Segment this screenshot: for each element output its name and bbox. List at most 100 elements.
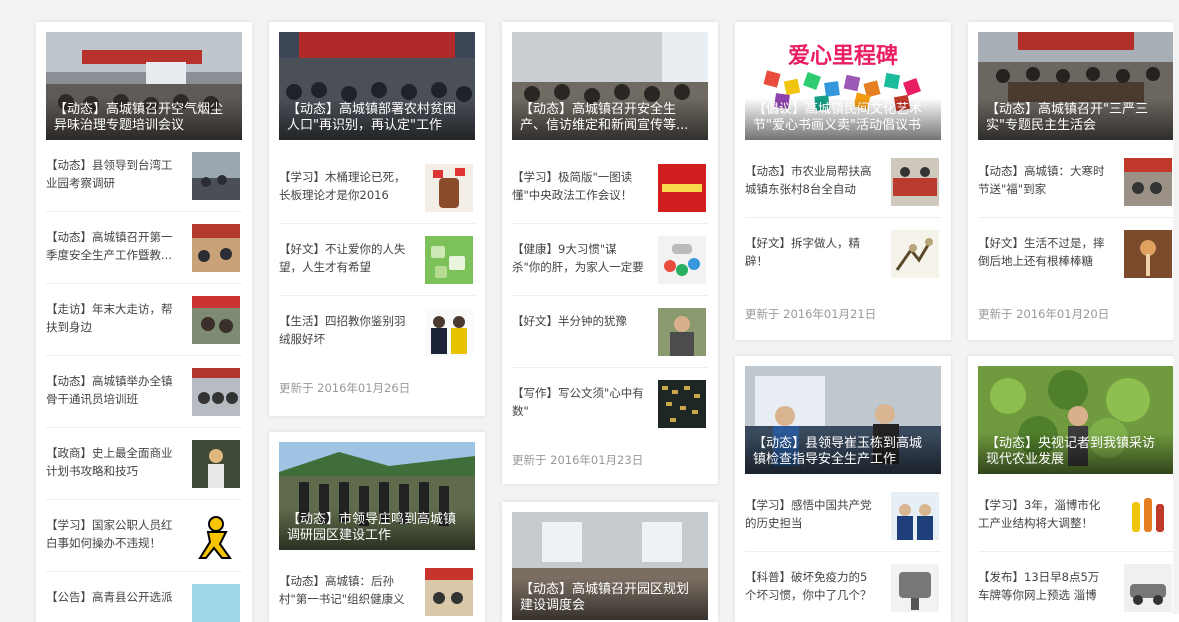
item-thumbnail xyxy=(425,568,473,616)
item-thumbnail xyxy=(192,584,240,622)
item-thumbnail xyxy=(1124,230,1172,278)
list-item[interactable]: 【动态】县领导到台湾工业园考察调研 xyxy=(46,140,242,212)
list-item[interactable]: 【生活】四招教你鉴别羽绒服好坏 xyxy=(279,296,475,368)
item-title: 【学习】国家公职人员红白事如何操办不违规！ xyxy=(46,518,173,550)
item-title: 【学习】3年，淄博市化工产业结构将大调整！ xyxy=(978,498,1101,530)
news-card: 【动态】高城镇召开安全生产、信访维定和新闻宣传等... 【学习】极简版"一图读懂… xyxy=(502,22,718,484)
list-item[interactable]: 【动态】高城镇：后孙村"第一书记"组织健康义诊 xyxy=(279,556,475,622)
item-thumbnail xyxy=(1124,564,1172,612)
item-thumbnail xyxy=(192,512,240,560)
item-thumbnail xyxy=(192,224,240,272)
item-thumbnail xyxy=(192,440,240,488)
item-title: 【学习】感悟中国共产党的历史担当 xyxy=(745,498,872,530)
feature-caption: 【动态】高城镇召开安全生产、信访维定和新闻宣传等... xyxy=(512,98,708,140)
item-title: 【动态】高城镇举办全镇骨干通讯员培训班 xyxy=(46,374,173,406)
news-card: 【动态】高城镇召开"三严三实"专题民主生活会 【动态】高城镇：大寒时节送"福"到… xyxy=(968,22,1179,340)
news-card: 【动态】市领导庄鸣到高城镇调研园区建设工作 【动态】高城镇：后孙村"第一书记"组… xyxy=(269,432,485,622)
item-title: 【好文】生活不过是，摔倒后地上还有根棒棒糖 xyxy=(978,236,1105,268)
item-thumbnail xyxy=(658,164,706,212)
list-item[interactable]: 【学习】国家公职人员红白事如何操办不违规！ xyxy=(46,500,242,572)
item-title: 【动态】高城镇：大寒时节送"福"到家 xyxy=(978,164,1105,196)
news-card: 【动态】高城镇召开空气烟尘异味治理专题培训会议 【动态】县领导到台湾工业园考察调… xyxy=(36,22,252,622)
list-item[interactable]: 【好文】拆字做人，精辟！ xyxy=(745,218,941,290)
item-thumbnail xyxy=(425,236,473,284)
news-card: 【动态】央视记者到我镇采访现代农业发展 【学习】3年，淄博市化工产业结构将大调整… xyxy=(968,356,1179,622)
list-item[interactable]: 【科普】破坏免疫力的5个坏习惯，你中了几个？ xyxy=(745,552,941,622)
update-time: 更新于 2016年01月23日 xyxy=(512,453,644,467)
item-title: 【学习】木桶理论已死，长板理论才是你2016年... xyxy=(279,170,406,202)
list-item[interactable]: 【政商】史上最全面商业计划书攻略和技巧 xyxy=(46,428,242,500)
item-thumbnail xyxy=(891,158,939,206)
item-title: 【健康】9大习惯"谋杀"你的肝，为家人一定要看... xyxy=(512,242,644,274)
list-item[interactable]: 【学习】3年，淄博市化工产业结构将大调整！ xyxy=(978,480,1174,552)
item-title: 【学习】极简版"一图读懂"中央政法工作会议！ xyxy=(512,170,633,202)
update-time: 更新于 2016年01月26日 xyxy=(279,381,411,395)
feature-image-link[interactable]: 【动态】央视记者到我镇采访现代农业发展 xyxy=(978,366,1174,474)
feature-image-link[interactable]: 【动态】高城镇召开园区规划建设调度会 xyxy=(512,512,708,620)
feature-image-link[interactable]: 【动态】高城镇召开空气烟尘异味治理专题培训会议 xyxy=(46,32,242,140)
feature-caption: 【动态】高城镇召开空气烟尘异味治理专题培训会议 xyxy=(46,98,242,140)
feature-image-link[interactable]: 爱心里程碑 【倡议】高城镇民间文化艺术节"爱心书画义卖"活动倡议书 xyxy=(745,32,941,140)
item-title: 【政商】史上最全面商业计划书攻略和技巧 xyxy=(46,446,173,478)
feature-image-link[interactable]: 【动态】市领导庄鸣到高城镇调研园区建设工作 xyxy=(279,442,475,550)
list-item[interactable]: 【好文】不让爱你的人失望，人生才有希望 xyxy=(279,224,475,296)
list-item[interactable]: 【好文】半分钟的犹豫 xyxy=(512,296,708,368)
list-item[interactable]: 【动态】高城镇：大寒时节送"福"到家 xyxy=(978,146,1174,218)
item-title: 【好文】不让爱你的人失望，人生才有希望 xyxy=(279,242,406,274)
feature-caption: 【动态】市领导庄鸣到高城镇调研园区建设工作 xyxy=(279,508,475,550)
feature-image-link[interactable]: 【动态】高城镇召开"三严三实"专题民主生活会 xyxy=(978,32,1174,140)
feature-caption: 【动态】央视记者到我镇采访现代农业发展 xyxy=(978,432,1174,474)
item-title: 【生活】四招教你鉴别羽绒服好坏 xyxy=(279,314,406,346)
list-item[interactable]: 【健康】9大习惯"谋杀"你的肝，为家人一定要看... xyxy=(512,224,708,296)
list-item[interactable]: 【学习】木桶理论已死，长板理论才是你2016年... xyxy=(279,152,475,224)
item-title: 【好文】拆字做人，精辟！ xyxy=(745,236,860,268)
item-title: 【动态】高城镇：后孙村"第一书记"组织健康义诊 xyxy=(279,574,405,606)
item-title: 【好文】半分钟的犹豫 xyxy=(512,314,627,328)
update-time: 更新于 2016年01月20日 xyxy=(978,307,1110,321)
list-item[interactable]: 【发布】13日早8点5万车牌等你网上预选 淄博车... xyxy=(978,552,1174,622)
news-card: 【动态】县领导崔玉栋到高城镇检查指导安全生产工作 【学习】感悟中国共产党的历史担… xyxy=(735,356,951,622)
update-time: 更新于 2016年01月21日 xyxy=(745,307,877,321)
list-item[interactable]: 【动态】高城镇举办全镇骨干通讯员培训班 xyxy=(46,356,242,428)
feature-caption: 【倡议】高城镇民间文化艺术节"爱心书画义卖"活动倡议书 xyxy=(745,98,941,140)
item-thumbnail xyxy=(891,492,939,540)
item-thumbnail xyxy=(1124,158,1172,206)
list-item[interactable]: 【公告】高青县公开选派 xyxy=(46,572,242,622)
item-thumbnail xyxy=(192,368,240,416)
item-thumbnail xyxy=(658,308,706,356)
list-item[interactable]: 【动态】市农业局帮扶高城镇东张村8台全自动喷... xyxy=(745,146,941,218)
item-title: 【公告】高青县公开选派 xyxy=(46,590,173,604)
news-card: 【动态】高城镇部署农村贫困人口"再识别，再认定"工作 【学习】木桶理论已死，长板… xyxy=(269,22,485,416)
item-thumbnail xyxy=(425,164,473,212)
item-title: 【走访】年末大走访，帮扶到身边 xyxy=(46,302,173,334)
news-card: 爱心里程碑 【倡议】高城镇民间文化艺术节"爱心书画义卖"活动倡议书 【动态】市农… xyxy=(735,22,951,340)
item-thumbnail xyxy=(1124,492,1172,540)
feature-caption: 【动态】县领导崔玉栋到高城镇检查指导安全生产工作 xyxy=(745,432,941,474)
item-thumbnail xyxy=(891,564,939,612)
feature-image-link[interactable]: 【动态】县领导崔玉栋到高城镇检查指导安全生产工作 xyxy=(745,366,941,474)
item-thumbnail xyxy=(425,308,473,356)
list-item[interactable]: 【学习】感悟中国共产党的历史担当 xyxy=(745,480,941,552)
list-item[interactable]: 【学习】极简版"一图读懂"中央政法工作会议！ xyxy=(512,152,708,224)
feature-image-link[interactable]: 【动态】高城镇召开安全生产、信访维定和新闻宣传等... xyxy=(512,32,708,140)
item-thumbnail xyxy=(658,236,706,284)
page-scrollbar[interactable] xyxy=(1173,0,1179,614)
news-card: 【动态】高城镇召开园区规划建设调度会 xyxy=(502,502,718,622)
item-thumbnail xyxy=(192,152,240,200)
feature-caption: 【动态】高城镇部署农村贫困人口"再识别，再认定"工作 xyxy=(279,98,475,140)
item-title: 【写作】写公文须"心中有数" xyxy=(512,386,644,418)
item-thumbnail xyxy=(192,296,240,344)
item-thumbnail xyxy=(891,230,939,278)
item-title: 【动态】高城镇召开第一季度安全生产工作暨教... xyxy=(46,230,173,262)
feature-caption: 【动态】高城镇召开"三严三实"专题民主生活会 xyxy=(978,98,1174,140)
banner-text: 爱心里程碑 xyxy=(787,44,898,69)
item-title: 【科普】破坏免疫力的5个坏习惯，你中了几个？ xyxy=(745,570,872,602)
list-item[interactable]: 【写作】写公文须"心中有数" xyxy=(512,368,708,440)
feature-image-link[interactable]: 【动态】高城镇部署农村贫困人口"再识别，再认定"工作 xyxy=(279,32,475,140)
item-title: 【动态】县领导到台湾工业园考察调研 xyxy=(46,158,173,190)
item-thumbnail xyxy=(658,380,706,428)
item-title: 【发布】13日早8点5万车牌等你网上预选 淄博车... xyxy=(978,570,1100,602)
list-item[interactable]: 【动态】高城镇召开第一季度安全生产工作暨教... xyxy=(46,212,242,284)
list-item[interactable]: 【走访】年末大走访，帮扶到身边 xyxy=(46,284,242,356)
list-item[interactable]: 【好文】生活不过是，摔倒后地上还有根棒棒糖 xyxy=(978,218,1174,290)
